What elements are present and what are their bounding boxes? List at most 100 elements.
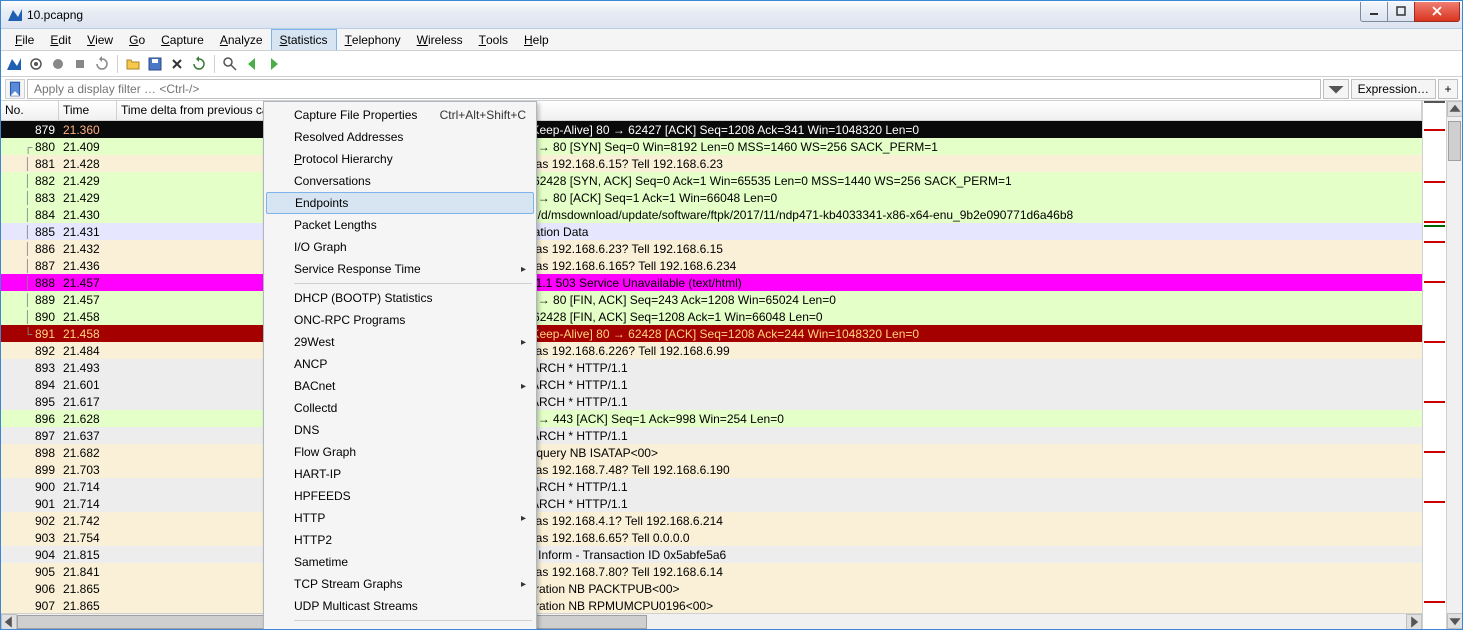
- menu-item-service-response-time[interactable]: Service Response Time: [266, 258, 534, 280]
- packet-row[interactable]: ┌88021.409.4.50TCP6662428 → 80 [SYN] Seq…: [1, 138, 1422, 155]
- start-capture-icon[interactable]: [49, 55, 67, 73]
- packet-row[interactable]: │88721.436astARP60Who has 192.168.6.165?…: [1, 257, 1422, 274]
- menu-item-endpoints[interactable]: Endpoints: [266, 192, 534, 214]
- packet-row[interactable]: │88521.4318.6.76TLSv1.21051Application D…: [1, 223, 1422, 240]
- packet-row[interactable]: │88221.4298.6.76TCP6680 → 62428 [SYN, AC…: [1, 172, 1422, 189]
- menu-item-protocol-hierarchy[interactable]: Protocol Hierarchy: [266, 148, 534, 170]
- bookmark-filter-icon[interactable]: [5, 79, 25, 99]
- packet-row[interactable]: 89421.6015.255.250SSDP216M-SEARCH * HTTP…: [1, 376, 1422, 393]
- menu-item-29west[interactable]: 29West: [266, 331, 534, 353]
- scroll-down-button[interactable]: [1447, 613, 1462, 629]
- packet-row[interactable]: │88821.4578.6.76HTTP1261HTTP/1.1 503 Ser…: [1, 274, 1422, 291]
- packet-row[interactable]: │88621.432astARP60Who has 192.168.6.23? …: [1, 240, 1422, 257]
- stop-capture-icon[interactable]: [71, 55, 89, 73]
- display-filter-input[interactable]: [27, 79, 1321, 99]
- packet-row[interactable]: 90221.742astARP60Who has 192.168.4.1? Te…: [1, 512, 1422, 529]
- go-forward-icon[interactable]: [265, 55, 283, 73]
- packet-row[interactable]: 87921.3608.6.76TCP60[TCP Keep-Alive] 80 …: [1, 121, 1422, 138]
- menu-item-flow-graph[interactable]: Flow Graph: [266, 441, 534, 463]
- packet-row[interactable]: │89021.4588.6.76TCP6080 → 62428 [FIN, AC…: [1, 308, 1422, 325]
- menu-item-dns[interactable]: DNS: [266, 419, 534, 441]
- menubar-item-statistics[interactable]: Statistics: [271, 29, 337, 50]
- scroll-up-button[interactable]: [1447, 101, 1462, 117]
- menu-item-sametime[interactable]: Sametime: [266, 551, 534, 573]
- menu-item-hart-ip[interactable]: HART-IP: [266, 463, 534, 485]
- menubar-item-telephony[interactable]: Telephony: [337, 29, 409, 50]
- cell-time: 21.703: [59, 463, 117, 477]
- scroll-left-button[interactable]: [1, 614, 17, 630]
- find-icon[interactable]: [221, 55, 239, 73]
- close-file-icon[interactable]: [168, 55, 186, 73]
- menu-item-http2[interactable]: HTTP2: [266, 529, 534, 551]
- maximize-button[interactable]: [1387, 2, 1415, 22]
- packet-row[interactable]: └89121.4588.6.76TCP60[TCP Keep-Alive] 80…: [1, 325, 1422, 342]
- menubar-item-go[interactable]: Go: [121, 29, 153, 50]
- titlebar[interactable]: 10.pcapng: [1, 1, 1462, 29]
- reload-file-icon[interactable]: [190, 55, 208, 73]
- packet-row[interactable]: │88421.430.4.50HTTP296HEAD /d/msdownload…: [1, 206, 1422, 223]
- minimap-slice: [1424, 341, 1445, 343]
- packet-row[interactable]: 90121.7145.255.250SSDP216M-SEARCH * HTTP…: [1, 495, 1422, 512]
- menu-item-udp-multicast-streams[interactable]: UDP Multicast Streams: [266, 595, 534, 617]
- packet-row[interactable]: 89821.6828.7.255NBNS92Name query NB ISAT…: [1, 444, 1422, 461]
- menubar-item-view[interactable]: View: [79, 29, 121, 50]
- packet-row[interactable]: 89221.484astARP60Who has 192.168.6.226? …: [1, 342, 1422, 359]
- horizontal-scrollbar[interactable]: [1, 613, 1422, 629]
- packet-row[interactable]: │88321.429.4.50TCP5462428 → 80 [ACK] Seq…: [1, 189, 1422, 206]
- scroll-thumb[interactable]: [1448, 121, 1461, 161]
- menu-item-conversations[interactable]: Conversations: [266, 170, 534, 192]
- packet-row[interactable]: 90621.8658.7.255NBNS110Registration NB P…: [1, 580, 1422, 597]
- packet-minimap[interactable]: [1422, 101, 1446, 629]
- capture-options-icon[interactable]: [27, 55, 45, 73]
- packet-row[interactable]: 89721.6375.255.250SSDP216M-SEARCH * HTTP…: [1, 427, 1422, 444]
- open-file-icon[interactable]: [124, 55, 142, 73]
- menubar-item-tools[interactable]: Tools: [471, 29, 516, 50]
- column-header-time[interactable]: Time: [59, 101, 117, 120]
- column-header-no[interactable]: No.: [1, 101, 59, 120]
- packet-row[interactable]: 90321.754astARP60Who has 192.168.6.65? T…: [1, 529, 1422, 546]
- column-header-info[interactable]: Info: [497, 101, 1422, 120]
- menubar-item-edit[interactable]: Edit: [42, 29, 79, 50]
- scroll-track[interactable]: [17, 614, 1406, 630]
- close-button[interactable]: [1414, 2, 1460, 22]
- menu-item-packet-lengths[interactable]: Packet Lengths: [266, 214, 534, 236]
- menu-item-resolved-addresses[interactable]: Resolved Addresses: [266, 126, 534, 148]
- restart-capture-icon[interactable]: [93, 55, 111, 73]
- menubar-item-file[interactable]: File: [7, 29, 42, 50]
- packet-row[interactable]: 89921.703astARP60Who has 192.168.7.48? T…: [1, 461, 1422, 478]
- scroll-right-button[interactable]: [1406, 614, 1422, 630]
- menu-item-bacnet[interactable]: BACnet: [266, 375, 534, 397]
- menu-item-capture-file-properties[interactable]: Capture File PropertiesCtrl+Alt+Shift+C: [266, 104, 534, 126]
- packet-row[interactable]: │88121.428astARP60Who has 192.168.6.15? …: [1, 155, 1422, 172]
- save-file-icon[interactable]: [146, 55, 164, 73]
- packet-row[interactable]: 89321.4935.255.250SSDP216M-SEARCH * HTTP…: [1, 359, 1422, 376]
- menu-item-i-o-graph[interactable]: I/O Graph: [266, 236, 534, 258]
- menu-item-hpfeeds[interactable]: HPFEEDS: [266, 485, 534, 507]
- minimize-button[interactable]: [1360, 2, 1388, 22]
- menu-item-ancp[interactable]: ANCP: [266, 353, 534, 375]
- menubar-item-help[interactable]: Help: [516, 29, 557, 50]
- menubar-item-capture[interactable]: Capture: [153, 29, 212, 50]
- packet-row[interactable]: 89621.628.174.94TCP5460775 → 443 [ACK] S…: [1, 410, 1422, 427]
- menu-item-ipv4-statistics[interactable]: IPv4 Statistics: [266, 624, 534, 629]
- menu-item-tcp-stream-graphs[interactable]: TCP Stream Graphs: [266, 573, 534, 595]
- menubar-item-wireless[interactable]: Wireless: [409, 29, 471, 50]
- go-back-icon[interactable]: [243, 55, 261, 73]
- menu-item-onc-rpc-programs[interactable]: ONC-RPC Programs: [266, 309, 534, 331]
- packet-row[interactable]: 90421.8155.255.255DHCP342DHCP Inform - T…: [1, 546, 1422, 563]
- menu-item-collectd[interactable]: Collectd: [266, 397, 534, 419]
- filter-dropdown-button[interactable]: [1323, 79, 1349, 99]
- menu-item-http[interactable]: HTTP: [266, 507, 534, 529]
- add-filter-button[interactable]: +: [1438, 79, 1458, 99]
- vertical-scrollbar[interactable]: [1446, 101, 1462, 629]
- column-header-delta[interactable]: Time delta from previous capt: [117, 101, 277, 120]
- menu-item-dhcp-bootp-statistics[interactable]: DHCP (BOOTP) Statistics: [266, 287, 534, 309]
- packet-row[interactable]: 90521.841astARP60Who has 192.168.7.80? T…: [1, 563, 1422, 580]
- packet-list-body[interactable]: 87921.3608.6.76TCP60[TCP Keep-Alive] 80 …: [1, 121, 1422, 613]
- packet-row[interactable]: 89521.6175.255.250SSDP216M-SEARCH * HTTP…: [1, 393, 1422, 410]
- menubar-item-analyze[interactable]: Analyze: [212, 29, 271, 50]
- packet-row[interactable]: 90721.8658.7.255NBNS110Registration NB R…: [1, 597, 1422, 613]
- filter-expression-button[interactable]: Expression…: [1351, 79, 1436, 99]
- packet-row[interactable]: │88921.457.4.50TCP5462428 → 80 [FIN, ACK…: [1, 291, 1422, 308]
- packet-row[interactable]: 90021.7145.255.250SSDP216M-SEARCH * HTTP…: [1, 478, 1422, 495]
